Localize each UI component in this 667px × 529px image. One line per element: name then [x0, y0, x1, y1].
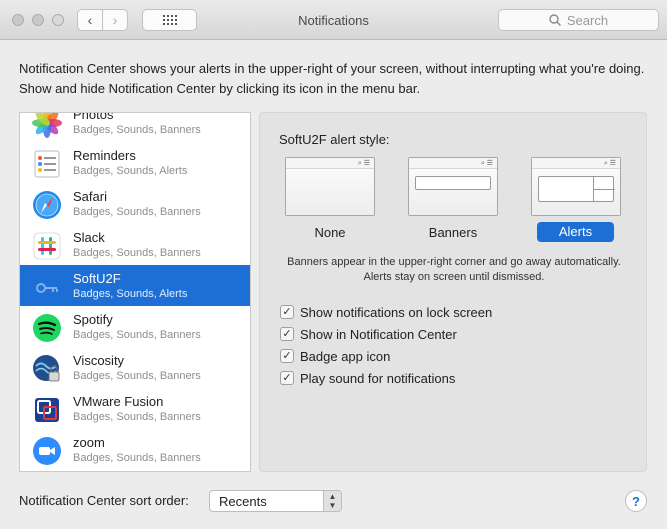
search-icon: [549, 14, 561, 26]
checkbox-label: Show notifications on lock screen: [300, 304, 493, 320]
app-alert-summary: Badges, Sounds, Banners: [73, 329, 201, 341]
app-name: Photos: [73, 112, 114, 122]
checkbox-label: Badge app icon: [300, 348, 391, 364]
alert-preview-box: [538, 176, 615, 202]
menubar-mini-icons: ⌕ ☰: [480, 160, 493, 167]
alert-style-alerts-label[interactable]: Alerts: [537, 222, 614, 242]
help-button[interactable]: ?: [625, 490, 647, 512]
list-item-slack[interactable]: Slack Badges, Sounds, Banners: [20, 224, 250, 265]
app-alert-summary: Badges, Sounds, Banners: [73, 370, 201, 382]
app-alert-summary: Badges, Sounds, Banners: [73, 206, 201, 218]
list-item-viscosity[interactable]: Viscosity Badges, Sounds, Banners: [20, 347, 250, 388]
checkbox-badge-app-icon[interactable]: ✓ Badge app icon: [280, 347, 390, 365]
checkbox-notification-center[interactable]: ✓ Show in Notification Center: [280, 325, 457, 343]
alert-style-label: SoftU2F alert style:: [279, 132, 390, 147]
sort-order-select[interactable]: Recents ▲ ▼: [209, 490, 342, 512]
alert-style-none[interactable]: ⌕ ☰: [285, 157, 375, 217]
checkbox-label: Play sound for notifications: [300, 370, 456, 386]
checkmark-icon[interactable]: ✓: [280, 327, 294, 341]
alert-style-none-label[interactable]: None: [285, 225, 375, 240]
vmware-icon: [35, 398, 59, 422]
alert-style-note: Banners appear in the upper-right corner…: [287, 256, 621, 283]
search-field[interactable]: Search: [498, 9, 659, 31]
alert-style-banners-label[interactable]: Banners: [408, 225, 498, 240]
alert-style-banners[interactable]: ⌕ ☰: [408, 157, 498, 217]
app-name: Slack: [73, 230, 105, 245]
list-item-spotify[interactable]: Spotify Badges, Sounds, Banners: [20, 306, 250, 347]
app-list[interactable]: Photos Badges, Sounds, Banners Reminders…: [19, 112, 251, 472]
app-alert-summary: Badges, Sounds, Banners: [73, 124, 201, 136]
banner-preview-box: [415, 176, 491, 190]
sort-order-value: Recents: [219, 494, 267, 509]
list-item-photos[interactable]: Photos Badges, Sounds, Banners: [20, 112, 250, 142]
preview-banners: ⌕ ☰: [408, 157, 498, 216]
checkbox-play-sound[interactable]: ✓ Play sound for notifications: [280, 369, 455, 387]
list-item-safari[interactable]: Safari Badges, Sounds, Banners: [20, 183, 250, 224]
list-item-vmware-fusion[interactable]: VMware Fusion Badges, Sounds, Banners: [20, 388, 250, 429]
checkmark-icon[interactable]: ✓: [280, 349, 294, 363]
title-bar: ‹ › Notifications Search: [0, 0, 667, 40]
checkmark-icon[interactable]: ✓: [280, 305, 294, 319]
safari-icon: [33, 191, 61, 219]
checkbox-label: Show in Notification Center: [300, 326, 457, 342]
app-name: SoftU2F: [73, 271, 121, 286]
spotify-icon: [33, 314, 61, 342]
app-name: Safari: [73, 189, 107, 204]
preview-none: ⌕ ☰: [285, 157, 375, 216]
app-name: zoom: [73, 435, 105, 450]
sort-order-label: Notification Center sort order:: [19, 493, 189, 508]
list-item-reminders[interactable]: Reminders Badges, Sounds, Alerts: [20, 142, 250, 183]
app-name: Viscosity: [73, 353, 125, 368]
app-alert-summary: Badges, Sounds, Banners: [73, 247, 201, 259]
app-name: VMware Fusion: [73, 394, 164, 409]
checkmark-icon[interactable]: ✓: [280, 371, 294, 385]
app-alert-summary: Badges, Sounds, Alerts: [73, 288, 188, 300]
viscosity-icon: [33, 355, 60, 382]
stepper-arrows-icon: ▲ ▼: [323, 491, 341, 511]
photos-icon: [32, 113, 62, 138]
description-text: Notification Center shows your alerts in…: [19, 61, 645, 96]
reminders-icon: [34, 150, 60, 178]
search-placeholder: Search: [566, 12, 609, 28]
alert-style-alerts[interactable]: ⌕ ☰: [531, 157, 621, 217]
settings-pane: SoftU2F alert style: ⌕ ☰ None ⌕ ☰ Banner…: [259, 112, 647, 472]
key-icon: [36, 283, 58, 293]
list-item-softu2f[interactable]: SoftU2F Badges, Sounds, Alerts: [20, 265, 250, 306]
app-alert-summary: Badges, Sounds, Banners: [73, 411, 201, 423]
app-alert-summary: Badges, Sounds, Banners: [73, 452, 201, 464]
app-name: Reminders: [73, 148, 136, 163]
checkbox-lock-screen[interactable]: ✓ Show notifications on lock screen: [280, 303, 492, 321]
menubar-mini-icons: ⌕ ☰: [357, 160, 370, 167]
preview-alerts: ⌕ ☰: [531, 157, 621, 216]
zoom-icon: [33, 437, 61, 465]
slack-icon: [33, 232, 61, 260]
app-alert-summary: Badges, Sounds, Alerts: [73, 165, 188, 177]
list-item-zoom[interactable]: zoom Badges, Sounds, Banners: [20, 429, 250, 470]
app-name: Spotify: [73, 312, 113, 327]
menubar-mini-icons: ⌕ ☰: [603, 160, 616, 167]
